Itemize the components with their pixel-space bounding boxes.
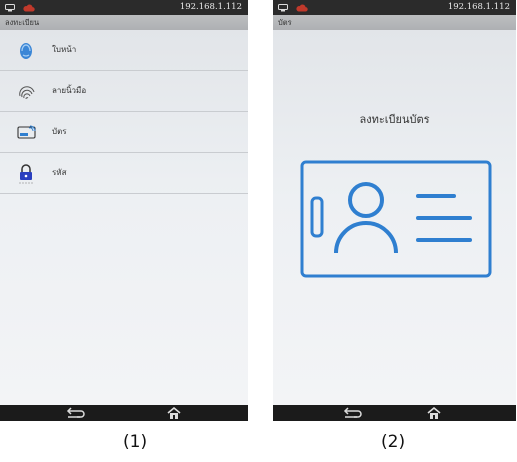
device-screen-2: 192.168.1.112 บัตร ลงทะเบียนบัตร	[273, 0, 516, 421]
fingerprint-icon	[19, 86, 35, 100]
menu-item-fingerprint[interactable]: ลายนิ้วมือ	[0, 71, 248, 112]
navigation-bar	[0, 405, 248, 421]
home-icon[interactable]	[427, 407, 441, 419]
menu-item-label: ลายนิ้วมือ	[52, 86, 87, 95]
home-icon[interactable]	[167, 407, 181, 419]
registration-menu: ใบหน้า ลายนิ้วมือ บัตร รหัส	[0, 30, 248, 405]
figure-caption-1: (1)	[123, 432, 148, 452]
cloud-icon	[23, 4, 35, 11]
card-icon	[17, 125, 36, 139]
status-bar: 192.168.1.112	[273, 0, 516, 15]
page-title: บัตร	[273, 15, 516, 30]
ip-address: 192.168.1.112	[179, 2, 242, 12]
face-icon	[20, 43, 32, 59]
back-icon[interactable]	[343, 407, 363, 419]
menu-item-label: รหัส	[52, 168, 67, 177]
status-bar: 192.168.1.112	[0, 0, 248, 15]
menu-item-label: ใบหน้า	[52, 45, 77, 54]
back-icon[interactable]	[66, 407, 86, 419]
page-title: ลงทะเบียน	[0, 15, 248, 30]
ip-address: 192.168.1.112	[447, 2, 510, 12]
menu-item-label: บัตร	[52, 127, 67, 136]
card-registration-panel: ลงทะเบียนบัตร	[273, 30, 516, 405]
menu-item-face[interactable]: ใบหน้า	[0, 30, 248, 71]
password-lock-icon	[19, 164, 33, 184]
menu-item-card[interactable]: บัตร	[0, 112, 248, 153]
id-card-icon	[300, 160, 492, 278]
navigation-bar	[273, 405, 516, 421]
network-device-icon	[278, 3, 288, 11]
device-screen-1: 192.168.1.112 ลงทะเบียน ใบหน้า ลายนิ้วมื…	[0, 0, 248, 421]
menu-item-password[interactable]: รหัส	[0, 153, 248, 194]
figure-caption-2: (2)	[381, 432, 406, 452]
network-device-icon	[5, 3, 15, 11]
card-registration-heading: ลงทะเบียนบัตร	[359, 113, 430, 126]
cloud-icon	[296, 4, 308, 11]
